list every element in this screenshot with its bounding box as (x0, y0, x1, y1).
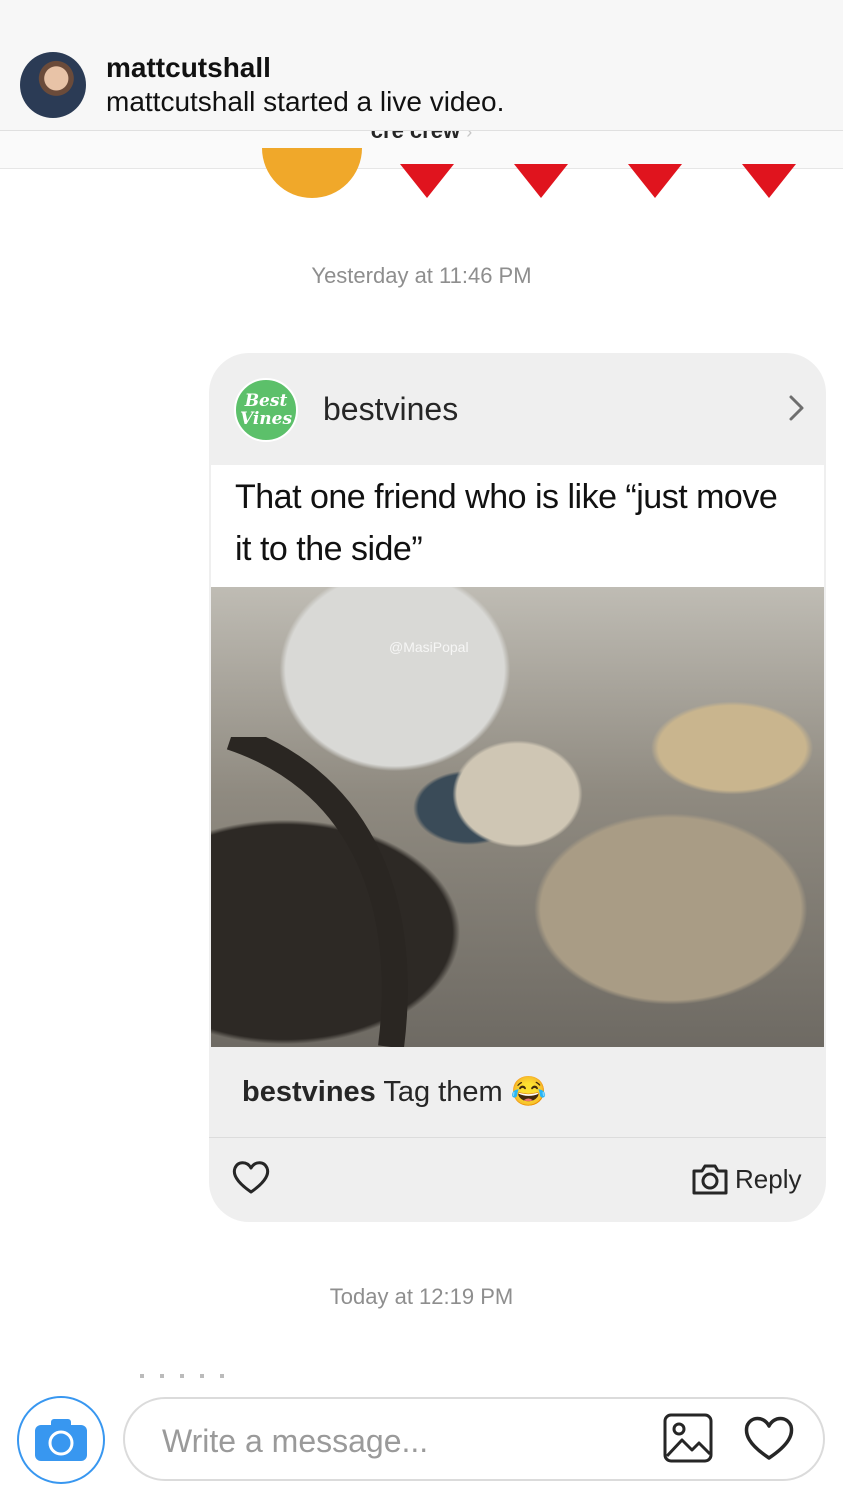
heart-icon[interactable] (231, 1159, 271, 1195)
avatar (20, 52, 86, 118)
heart-emoji-icon (628, 164, 682, 198)
bestvines-avatar: Best Vines (234, 378, 298, 442)
shared-post-text: That one friend who is like “just move i… (235, 478, 778, 568)
camera-icon (35, 1419, 87, 1461)
caption-username: bestvines (242, 1076, 376, 1108)
camera-icon (692, 1164, 728, 1195)
heart-emoji-icon (514, 164, 568, 198)
laughing-emoji-icon: 😂 (510, 1076, 547, 1108)
shared-post-image[interactable]: @MasiPopal (211, 587, 824, 1047)
heart-icon[interactable] (742, 1414, 796, 1462)
message-timestamp: Today at 12:19 PM (329, 1284, 514, 1309)
camera-button[interactable] (17, 1396, 105, 1484)
shared-post-text-area: That one friend who is like “just move i… (211, 465, 824, 587)
heart-emoji-icon (400, 164, 454, 198)
reply-label: Reply (735, 1163, 802, 1194)
shared-post-username: bestvines (323, 391, 459, 427)
steering-wheel-shape (226, 737, 408, 1047)
avatar-text-line2: Vines (239, 409, 293, 429)
heart-emoji-icon (742, 164, 796, 198)
live-video-notification[interactable]: mattcutshall mattcutshall started a live… (0, 0, 843, 131)
notification-message: mattcutshall started a live video. (106, 86, 505, 117)
emoji-face-icon (262, 148, 362, 198)
message-timestamp: Yesterday at 11:46 PM (311, 263, 532, 288)
divider (209, 1137, 826, 1138)
gallery-icon[interactable] (662, 1412, 714, 1464)
shared-post-header[interactable]: Best Vines bestvines (209, 353, 826, 465)
image-watermark: @MasiPopal (389, 639, 469, 655)
avatar-text-line1: Best (244, 391, 288, 411)
shared-post-card[interactable]: Best Vines bestvines That one friend who… (209, 353, 826, 1222)
message-input[interactable] (160, 1418, 644, 1464)
reply-button[interactable]: Reply (691, 1159, 811, 1199)
partial-message (140, 1374, 240, 1378)
caption-text: Tag them (383, 1076, 503, 1108)
notification-username: mattcutshall (106, 52, 271, 83)
chevron-right-icon (789, 395, 804, 421)
shared-post-caption: bestvines Tag them 😂 (242, 1075, 547, 1109)
